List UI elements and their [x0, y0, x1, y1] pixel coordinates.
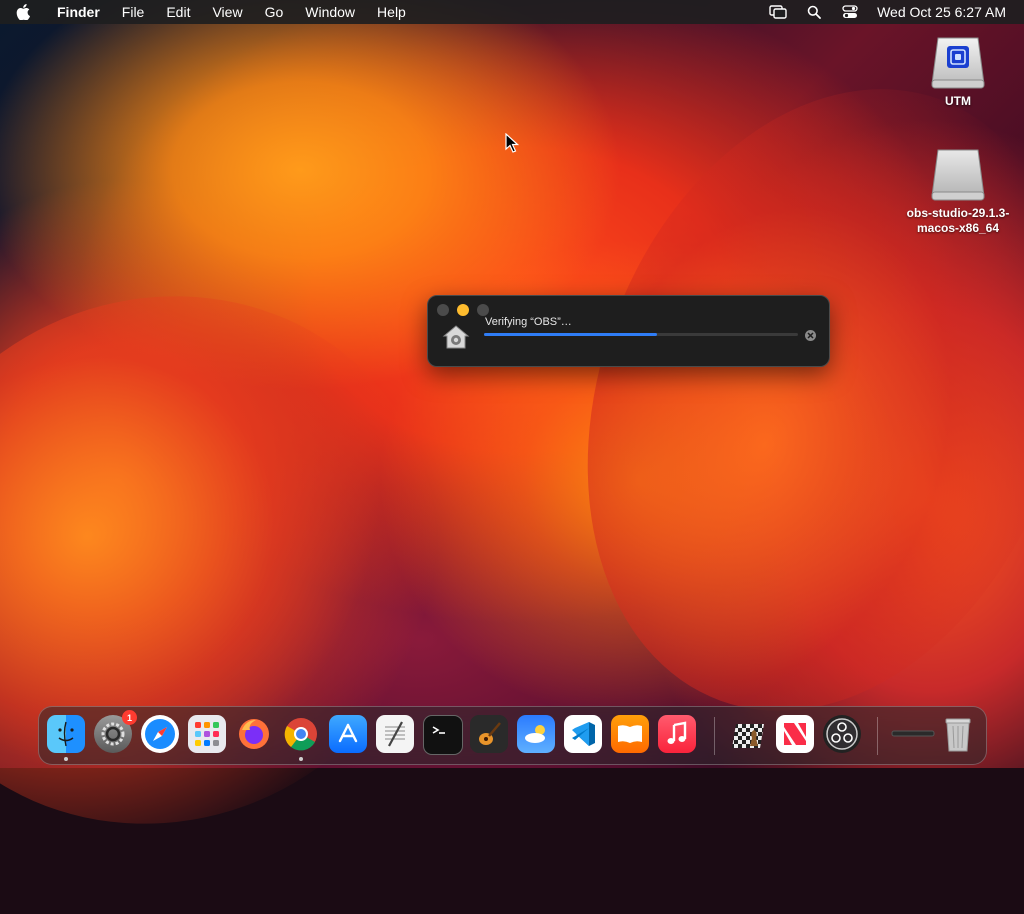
- dock-obs[interactable]: [823, 715, 861, 753]
- dock-separator: [714, 717, 715, 755]
- wallpaper-swirl: [504, 20, 1024, 780]
- control-center-icon[interactable]: [841, 4, 859, 20]
- dock-chrome[interactable]: [282, 715, 320, 753]
- menu-app-name[interactable]: Finder: [57, 0, 100, 24]
- menu-bar-clock[interactable]: Wed Oct 25 6:27 AM: [877, 4, 1006, 20]
- news-icon: [784, 723, 806, 745]
- menu-help[interactable]: Help: [377, 0, 406, 24]
- search-icon[interactable]: [805, 4, 823, 20]
- book-icon: [618, 725, 642, 743]
- menu-view[interactable]: View: [212, 0, 242, 24]
- verify-progress-fill: [484, 333, 657, 336]
- desktop-icon-utm[interactable]: UTM: [898, 34, 1018, 108]
- gear-icon: [101, 722, 125, 746]
- dock-books[interactable]: [611, 715, 649, 753]
- notification-badge: 1: [122, 710, 137, 725]
- gatekeeper-house-icon: [442, 324, 470, 355]
- dock-trash[interactable]: [939, 715, 977, 753]
- app-store-icon: [338, 723, 358, 743]
- disk-image-icon: [930, 34, 986, 90]
- desktop-wallpaper: [0, 0, 1024, 914]
- vscode-icon: [572, 722, 595, 746]
- firefox-icon: [239, 719, 269, 749]
- obs-icon: [826, 718, 858, 750]
- terminal-icon: [432, 726, 445, 734]
- dock-chess[interactable]: [729, 715, 767, 753]
- verify-progress-bar: [484, 333, 798, 336]
- chrome-icon: [284, 718, 317, 751]
- dock-system-settings[interactable]: 1: [94, 710, 137, 753]
- compass-icon: [145, 719, 175, 749]
- dock-finder[interactable]: [47, 715, 85, 753]
- finder-icon: [58, 721, 74, 747]
- menu-edit[interactable]: Edit: [166, 0, 190, 24]
- menu-file[interactable]: File: [122, 0, 145, 24]
- desktop-icon-obs-volume[interactable]: obs-studio-29.1.3-macos-x86_64: [898, 146, 1018, 236]
- dock-separator: [877, 717, 878, 755]
- stop-verify-button[interactable]: [805, 330, 816, 341]
- menu-go[interactable]: Go: [265, 0, 284, 24]
- menu-bar-status: Wed Oct 25 6:27 AM: [751, 4, 1006, 20]
- dock-textedit[interactable]: [376, 715, 414, 753]
- mouse-cursor-icon: [505, 133, 519, 153]
- running-indicator: [64, 757, 68, 761]
- apple-menu-icon[interactable]: [16, 4, 36, 20]
- dock-vscode[interactable]: [564, 715, 602, 753]
- dock-minimized-window[interactable]: [890, 715, 936, 753]
- menu-bar: Finder File Edit View Go Window Help Wed…: [0, 0, 1024, 24]
- dock-firefox[interactable]: [235, 715, 273, 753]
- dock-music[interactable]: [658, 715, 696, 753]
- textedit-icon: [385, 721, 405, 747]
- running-indicator: [299, 757, 303, 761]
- chess-icon: [732, 724, 764, 748]
- dock-terminal[interactable]: [423, 715, 463, 755]
- window-minimize-button[interactable]: [457, 304, 469, 316]
- dock-safari[interactable]: [141, 715, 179, 753]
- minimized-window-icon: [891, 730, 935, 737]
- window-zoom-button[interactable]: [477, 304, 489, 316]
- grid-icon: [195, 722, 219, 746]
- verifying-message: Verifying “OBS”…: [485, 316, 572, 328]
- weather-icon: [525, 725, 545, 743]
- menu-window[interactable]: Window: [305, 0, 355, 24]
- dock-app-store[interactable]: [329, 715, 367, 753]
- desktop-icon-label: obs-studio-29.1.3-macos-x86_64: [906, 206, 1010, 235]
- trash-icon: [945, 718, 971, 752]
- dock-launchpad[interactable]: [188, 715, 226, 753]
- screen-mirroring-icon[interactable]: [769, 4, 787, 20]
- dock: 1: [38, 706, 987, 765]
- window-close-button[interactable]: [437, 304, 449, 316]
- verifying-dialog: Verifying “OBS”…: [427, 295, 830, 367]
- dock-news[interactable]: [776, 715, 814, 753]
- external-drive-icon: [930, 146, 986, 202]
- close-icon: [807, 332, 814, 339]
- desktop-icon-label: UTM: [945, 94, 971, 108]
- dock-weather[interactable]: [517, 715, 555, 753]
- dock-garageband[interactable]: [470, 715, 508, 753]
- guitar-icon: [479, 722, 501, 745]
- music-note-icon: [667, 721, 687, 744]
